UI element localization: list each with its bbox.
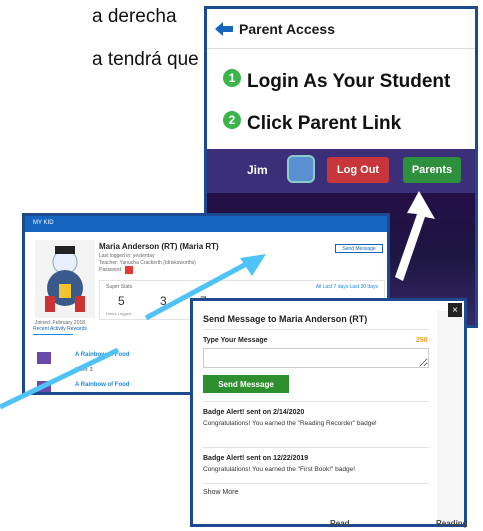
snowman-avatar-icon — [45, 246, 85, 312]
stat-caption: Hours Logged — [106, 311, 132, 316]
logout-button[interactable]: Log Out — [327, 157, 389, 183]
dialog-backdrop-strip — [437, 311, 464, 521]
step-1-label: Login As Your Student — [247, 71, 451, 92]
activity-tabs[interactable]: Recent Activity Rewards — [33, 326, 87, 332]
alert-title-2: Badge Alert! sent on 12/22/2019 — [203, 455, 309, 462]
activity-book-icon — [37, 352, 51, 364]
back-arrow-icon[interactable] — [215, 21, 233, 36]
step-1-number-badge: 1 — [223, 69, 241, 87]
bottom-label-reading: Reading — [436, 519, 468, 528]
close-icon[interactable]: × — [448, 303, 462, 317]
activity-level-1: Level: 3 — [75, 367, 93, 373]
activity-title-1[interactable]: A Rainbow of Food — [75, 352, 129, 358]
show-more-link[interactable]: Show More — [203, 489, 238, 496]
send-message-submit-button[interactable]: Send Message — [203, 375, 289, 393]
teacher-info: Teacher: Yanucha Crackerth (Idrisksworth… — [99, 260, 196, 266]
game-username: Jim — [247, 163, 268, 177]
char-count: 250 — [416, 337, 428, 344]
student-avatar-icon — [287, 155, 315, 183]
parents-button[interactable]: Parents — [403, 157, 461, 183]
divider — [203, 401, 429, 402]
alert-body-1: Congratulations! You earned the "Reading… — [203, 420, 377, 427]
send-message-dialog: × Send Message to Maria Anderson (RT) Ty… — [190, 298, 467, 527]
send-message-button[interactable]: Send Message — [335, 244, 383, 253]
password-label: Password: — [99, 267, 123, 273]
alert-title-1: Badge Alert! sent on 2/14/2020 — [203, 409, 305, 416]
step-2: 2 Click Parent Link — [223, 111, 402, 135]
game-toolbar: Jim Log Out Parents — [207, 149, 475, 193]
student-name: Maria Anderson (RT) (Maria RT) — [99, 242, 219, 251]
doc-text-line-1: a derecha — [92, 6, 177, 27]
stat-value-1: 5 — [118, 294, 125, 308]
dialog-title: Send Message to Maria Anderson (RT) — [203, 314, 368, 324]
doc-text-line-2: a tendrá que — [92, 49, 199, 70]
last-logged: Last logged in: yesterday — [99, 253, 155, 259]
step-1: 1 Login As Your Student — [223, 69, 451, 93]
parent-access-header: Parent Access — [207, 9, 475, 49]
activity-title-2[interactable]: A Rainbow of Food — [75, 382, 129, 388]
super-stats-label: Super Stats — [106, 284, 133, 290]
message-input[interactable] — [203, 348, 429, 368]
profile-topbar[interactable]: MY KID — [25, 216, 387, 232]
period-links[interactable]: All Last 7 days Last 30 days — [316, 284, 378, 290]
active-tab-underline — [33, 334, 73, 335]
student-avatar — [35, 240, 95, 318]
activity-book-icon — [37, 381, 51, 392]
bottom-label-read: Read — [330, 519, 350, 528]
stat-value-2: 3 — [160, 294, 167, 308]
step-2-number-badge: 2 — [223, 111, 241, 129]
step-2-label: Click Parent Link — [247, 113, 402, 134]
alert-body-2: Congratulations! You earned the "First B… — [203, 466, 356, 473]
divider — [203, 483, 429, 484]
dialog-title-row: Send Message to Maria Anderson (RT) — [203, 309, 433, 327]
divider — [203, 329, 429, 330]
divider — [203, 447, 429, 448]
parent-access-title: Parent Access — [239, 20, 335, 37]
type-message-label: Type Your Message — [203, 337, 268, 344]
password-icon[interactable] — [125, 266, 133, 274]
